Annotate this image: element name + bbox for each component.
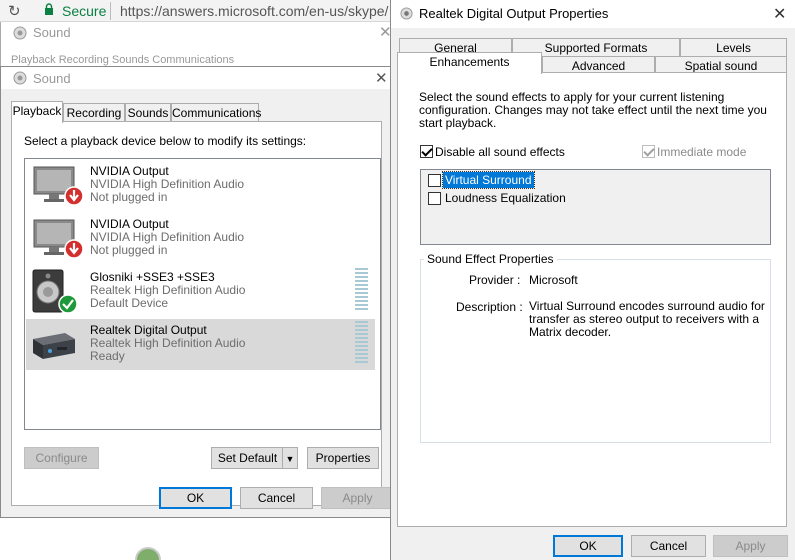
chevron-down-icon: ▼ xyxy=(285,454,295,464)
provider-value: Microsoft xyxy=(529,273,578,287)
effect-label[interactable]: Virtual Surround xyxy=(442,171,535,189)
close-icon[interactable]: ✕ xyxy=(773,4,786,24)
effects-list[interactable]: Virtual Surround Loudness Equalization xyxy=(420,169,771,245)
properties-ok-button[interactable]: OK xyxy=(553,535,623,557)
disable-all-label[interactable]: Disable all sound effects xyxy=(435,145,565,159)
speaker-app-icon xyxy=(13,71,27,85)
set-default-button[interactable]: Set Default xyxy=(211,447,283,469)
playback-panel: Select a playback device below to modify… xyxy=(11,121,382,506)
immediate-mode-checkbox[interactable] xyxy=(642,145,655,158)
device-status: Ready xyxy=(90,349,125,363)
sound-apply-button[interactable]: Apply xyxy=(321,487,394,509)
effect-item-virtual-surround[interactable]: Virtual Surround xyxy=(421,171,770,189)
speaker-app-icon xyxy=(13,26,27,40)
device-driver: Realtek High Definition Audio xyxy=(90,283,246,297)
sound-window-background: Sound ✕ Playback Recording Sounds Commun… xyxy=(0,22,395,67)
provider-label: Provider : xyxy=(469,273,521,287)
effect-item-loudness-equalization[interactable]: Loudness Equalization xyxy=(421,189,770,207)
device-item-nvidia-2[interactable]: NVIDIA Output NVIDIA High Definition Aud… xyxy=(26,213,375,264)
tab-recording[interactable]: Recording xyxy=(63,103,125,123)
device-driver: NVIDIA High Definition Audio xyxy=(90,230,245,244)
properties-apply-button[interactable]: Apply xyxy=(713,535,788,557)
unplugged-badge-icon xyxy=(64,186,84,206)
reload-icon[interactable]: ↻ xyxy=(8,2,21,20)
device-name: Realtek Digital Output xyxy=(90,323,207,337)
properties-title: Realtek Digital Output Properties xyxy=(419,6,609,21)
properties-window: Realtek Digital Output Properties ✕ Gene… xyxy=(390,0,795,560)
effect-label[interactable]: Loudness Equalization xyxy=(445,191,566,205)
lock-icon xyxy=(45,3,53,15)
enhancements-panel: Select the sound effects to apply for yo… xyxy=(397,72,787,527)
properties-titlebar: Realtek Digital Output Properties ✕ xyxy=(391,0,795,28)
unplugged-badge-icon xyxy=(64,239,84,259)
device-status: Not plugged in xyxy=(90,243,168,257)
sound-back-tabs: Playback Recording Sounds Communications xyxy=(11,54,235,66)
app-bubble-icon xyxy=(135,547,161,560)
sound-window: Sound ✕ Playback Recording Sounds Commun… xyxy=(0,66,394,518)
tab-levels[interactable]: Levels xyxy=(680,38,787,58)
playback-instruction: Select a playback device below to modify… xyxy=(24,134,307,148)
sound-titlebar: Sound ✕ xyxy=(1,67,391,89)
volume-level-meter xyxy=(355,268,368,311)
device-item-nvidia-1[interactable]: NVIDIA Output NVIDIA High Definition Aud… xyxy=(26,160,375,211)
description-label: Description : xyxy=(456,300,523,314)
device-driver: Realtek High Definition Audio xyxy=(90,336,246,350)
device-item-realtek-digital[interactable]: Realtek Digital Output Realtek High Defi… xyxy=(26,319,375,370)
secure-label: Secure xyxy=(62,3,107,19)
browser-address-bar: ↻ Secure https://answers.microsoft.com/e… xyxy=(0,0,390,22)
sound-ok-button[interactable]: OK xyxy=(159,487,232,509)
taskbar-app-icon[interactable] xyxy=(134,546,162,560)
description-value: Virtual Surround encodes surround audio … xyxy=(529,299,765,339)
device-list[interactable]: NVIDIA Output NVIDIA High Definition Aud… xyxy=(24,158,381,430)
device-name: NVIDIA Output xyxy=(90,217,169,231)
tab-playback[interactable]: Playback xyxy=(11,101,63,123)
tab-enhancements[interactable]: Enhancements xyxy=(397,52,542,74)
configure-button[interactable]: Configure xyxy=(24,447,99,469)
volume-level-meter xyxy=(355,321,368,364)
device-driver: NVIDIA High Definition Audio xyxy=(90,177,245,191)
device-item-speakers[interactable]: Glosniki +SSE3 +SSE3 Realtek High Defini… xyxy=(26,266,375,317)
disable-all-checkbox[interactable] xyxy=(420,145,433,158)
address-separator xyxy=(110,2,111,20)
sound-cancel-button[interactable]: Cancel xyxy=(240,487,313,509)
device-status: Not plugged in xyxy=(90,190,168,204)
properties-cancel-button[interactable]: Cancel xyxy=(631,535,706,557)
speaker-app-icon xyxy=(400,7,413,20)
tab-sounds[interactable]: Sounds xyxy=(125,103,171,123)
effect-properties-legend: Sound Effect Properties xyxy=(424,252,557,266)
device-status: Default Device xyxy=(90,296,169,310)
effect-checkbox[interactable] xyxy=(428,192,441,205)
tab-communications[interactable]: Communications xyxy=(171,103,261,123)
default-check-badge-icon xyxy=(58,294,78,314)
immediate-mode-label[interactable]: Immediate mode xyxy=(657,145,746,159)
digital-output-icon xyxy=(33,333,75,359)
device-name: Glosniki +SSE3 +SSE3 xyxy=(90,270,215,284)
device-name: NVIDIA Output xyxy=(90,164,169,178)
effect-checkbox[interactable] xyxy=(428,174,441,187)
set-default-dropdown[interactable]: ▼ xyxy=(282,447,298,469)
sound-back-title: Sound xyxy=(33,25,71,40)
sound-title: Sound xyxy=(33,71,71,86)
close-icon[interactable]: ✕ xyxy=(375,69,388,87)
address-url[interactable]: https://answers.microsoft.com/en-us/skyp… xyxy=(120,3,390,19)
properties-button[interactable]: Properties xyxy=(307,447,379,469)
enhancements-description: Select the sound effects to apply for yo… xyxy=(419,90,767,130)
